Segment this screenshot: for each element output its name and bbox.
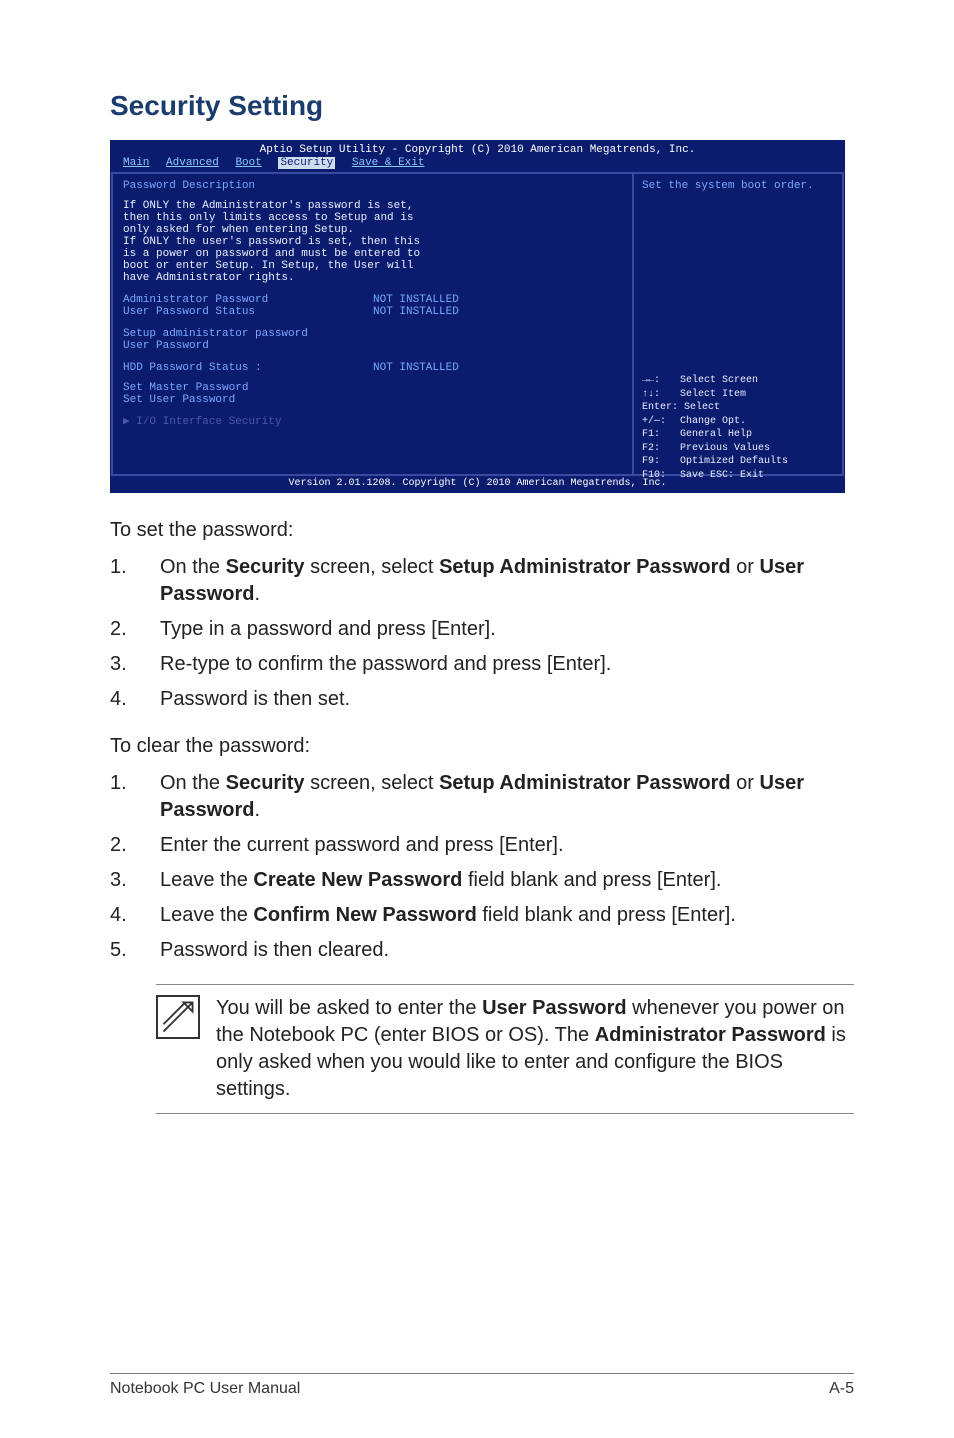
- list-item: On the Security screen, select Setup Adm…: [160, 554, 854, 608]
- bios-desc-line: is a power on password and must be enter…: [123, 248, 622, 260]
- list-number: 4.: [110, 902, 160, 929]
- bios-hdd-pwd-status-value: NOT INSTALLED: [373, 362, 459, 374]
- tab-main: Main: [123, 157, 149, 169]
- list-number: 1.: [110, 770, 160, 824]
- bios-hdd-pwd-status-label: HDD Password Status :: [123, 362, 373, 374]
- list-item: Password is then cleared.: [160, 937, 854, 964]
- page-title: Security Setting: [110, 90, 854, 122]
- list-number: 5.: [110, 937, 160, 964]
- clear-password-intro: To clear the password:: [110, 733, 854, 760]
- bios-desc-line: If ONLY the Administrator's password is …: [123, 200, 622, 212]
- bios-desc-line: If ONLY the user's password is set, then…: [123, 236, 622, 248]
- bios-pwd-desc-heading: Password Description: [123, 180, 622, 192]
- bios-setup-admin-pwd: Setup administrator password: [123, 328, 622, 340]
- list-number: 2.: [110, 616, 160, 643]
- tab-save-exit: Save & Exit: [352, 157, 425, 169]
- list-item: Re-type to confirm the password and pres…: [160, 651, 854, 678]
- list-item: Leave the Confirm New Password field bla…: [160, 902, 854, 929]
- bios-tabs: Main Advanced Boot Security Save & Exit: [111, 156, 844, 172]
- tab-security: Security: [278, 157, 335, 169]
- list-item: On the Security screen, select Setup Adm…: [160, 770, 854, 824]
- list-number: 2.: [110, 832, 160, 859]
- bios-key-help: →←:Select Screen ↑↓:Select Item Enter: S…: [642, 374, 834, 482]
- note-text: You will be asked to enter the User Pass…: [216, 995, 854, 1103]
- list-number: 3.: [110, 651, 160, 678]
- set-password-intro: To set the password:: [110, 517, 854, 544]
- bios-desc-line: only asked for when entering Setup.: [123, 224, 622, 236]
- bios-admin-pwd-value: NOT INSTALLED: [373, 294, 459, 306]
- bios-user-password: User Password: [123, 340, 622, 352]
- bios-user-pwd-status-value: NOT INSTALLED: [373, 306, 459, 318]
- note-icon: [156, 995, 200, 1039]
- list-item: Enter the current password and press [En…: [160, 832, 854, 859]
- bios-set-master-pwd: Set Master Password: [123, 382, 622, 394]
- tab-advanced: Advanced: [166, 157, 219, 169]
- footer-page-number: A-5: [829, 1380, 854, 1398]
- bios-io-interface-security: ▶ I/O Interface Security: [123, 414, 622, 428]
- list-item: Leave the Create New Password field blan…: [160, 867, 854, 894]
- tab-boot: Boot: [235, 157, 261, 169]
- bios-desc-line: have Administrator rights.: [123, 272, 622, 284]
- list-number: 4.: [110, 686, 160, 713]
- bios-desc-line: then this only limits access to Setup an…: [123, 212, 622, 224]
- list-item: Type in a password and press [Enter].: [160, 616, 854, 643]
- bios-right-help-title: Set the system boot order.: [642, 180, 834, 192]
- bios-screenshot: Aptio Setup Utility - Copyright (C) 2010…: [110, 140, 845, 493]
- bios-header: Aptio Setup Utility - Copyright (C) 2010…: [111, 141, 844, 156]
- list-item: Password is then set.: [160, 686, 854, 713]
- bios-admin-pwd-label: Administrator Password: [123, 294, 373, 306]
- footer-left: Notebook PC User Manual: [110, 1380, 300, 1398]
- bios-user-pwd-status-label: User Password Status: [123, 306, 373, 318]
- bios-desc-line: boot or enter Setup. In Setup, the User …: [123, 260, 622, 272]
- list-number: 3.: [110, 867, 160, 894]
- note-box: You will be asked to enter the User Pass…: [156, 984, 854, 1114]
- bios-set-user-pwd: Set User Password: [123, 394, 622, 406]
- list-number: 1.: [110, 554, 160, 608]
